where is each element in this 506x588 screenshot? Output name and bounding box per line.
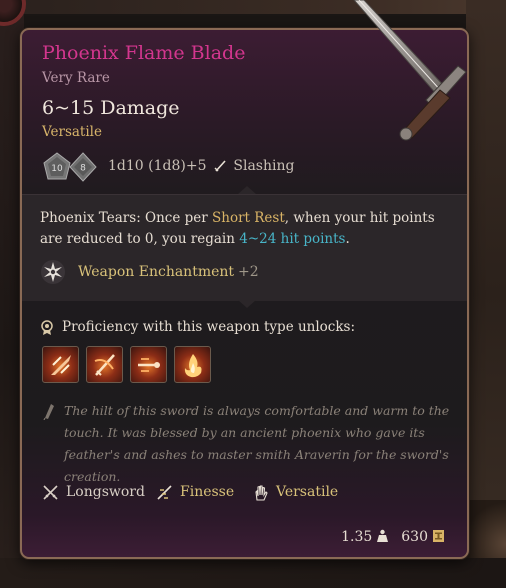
property-versatile-label: Versatile bbox=[276, 484, 339, 500]
section-notch-bottom bbox=[238, 300, 256, 308]
finesse-icon bbox=[157, 485, 172, 500]
item-damage: 6~15 Damage bbox=[42, 97, 180, 119]
proficiency-row: Proficiency with this weapon type unlock… bbox=[40, 319, 460, 339]
lore-text: The hilt of this sword is always comfort… bbox=[64, 403, 450, 484]
short-rest-link[interactable]: Short Rest bbox=[212, 210, 285, 226]
d8-die-label: 8 bbox=[80, 164, 86, 174]
background-top bbox=[0, 0, 506, 14]
weight-icon bbox=[377, 529, 389, 542]
flame-icon[interactable] bbox=[174, 346, 211, 383]
passive-description: Phoenix Tears: Once per Short Rest, when… bbox=[40, 210, 435, 247]
item-tooltip: Phoenix Flame Blade Very Rare 6~15 Damag… bbox=[20, 28, 469, 559]
enchantment-bonus: +2 bbox=[238, 264, 259, 280]
heal-amount: 4~24 hit points bbox=[239, 231, 346, 247]
slashing-icon bbox=[214, 160, 226, 172]
pommel-strike-icon[interactable] bbox=[130, 346, 167, 383]
unlocked-actions bbox=[42, 346, 242, 386]
cleave-icon[interactable] bbox=[42, 346, 79, 383]
background-bottom bbox=[0, 558, 506, 588]
item-rarity: Very Rare bbox=[42, 70, 110, 86]
damage-dice-text: 1d10 (1d8)+5 Slashing bbox=[108, 158, 294, 174]
proficiency-label: Proficiency with this weapon type unlock… bbox=[62, 319, 356, 335]
damage-formula: 1d10 (1d8)+5 bbox=[108, 158, 207, 174]
gold-coin-icon bbox=[433, 530, 444, 542]
crossed-swords-icon bbox=[43, 485, 58, 500]
property-longsword-label: Longsword bbox=[66, 484, 145, 500]
weapon-enchantment-icon bbox=[41, 260, 65, 284]
versatile-tag: Versatile bbox=[42, 124, 102, 140]
proficiency-medal-icon bbox=[41, 320, 53, 335]
passive-section: Phoenix Tears: Once per Short Rest, when… bbox=[22, 194, 467, 301]
open-hand-icon bbox=[255, 485, 268, 501]
item-name: Phoenix Flame Blade bbox=[42, 42, 246, 64]
item-weight: 1.35 bbox=[341, 529, 373, 545]
enchantment-label: Weapon Enchantment bbox=[78, 264, 235, 280]
weight-value-row: 1.35 630 bbox=[341, 529, 445, 549]
section-notch-top bbox=[238, 186, 256, 194]
lacerate-icon[interactable] bbox=[86, 346, 123, 383]
lore-block: The hilt of this sword is always comfort… bbox=[42, 400, 452, 488]
passive-title: Phoenix Tears: bbox=[40, 210, 141, 226]
property-finesse-label: Finesse bbox=[180, 484, 235, 500]
d10-die-label: 10 bbox=[51, 164, 63, 174]
item-value: 630 bbox=[401, 529, 428, 545]
enchantment-row: Weapon Enchantment +2 bbox=[40, 258, 440, 288]
lore-quill-icon bbox=[43, 404, 54, 420]
damage-dice-row: 10 8 1d10 (1d8)+5 Slashing bbox=[42, 150, 462, 186]
d8-die-icon: 8 bbox=[69, 152, 97, 182]
weapon-properties: Longsword Finesse Versatile bbox=[42, 482, 462, 504]
damage-type: Slashing bbox=[233, 158, 295, 174]
